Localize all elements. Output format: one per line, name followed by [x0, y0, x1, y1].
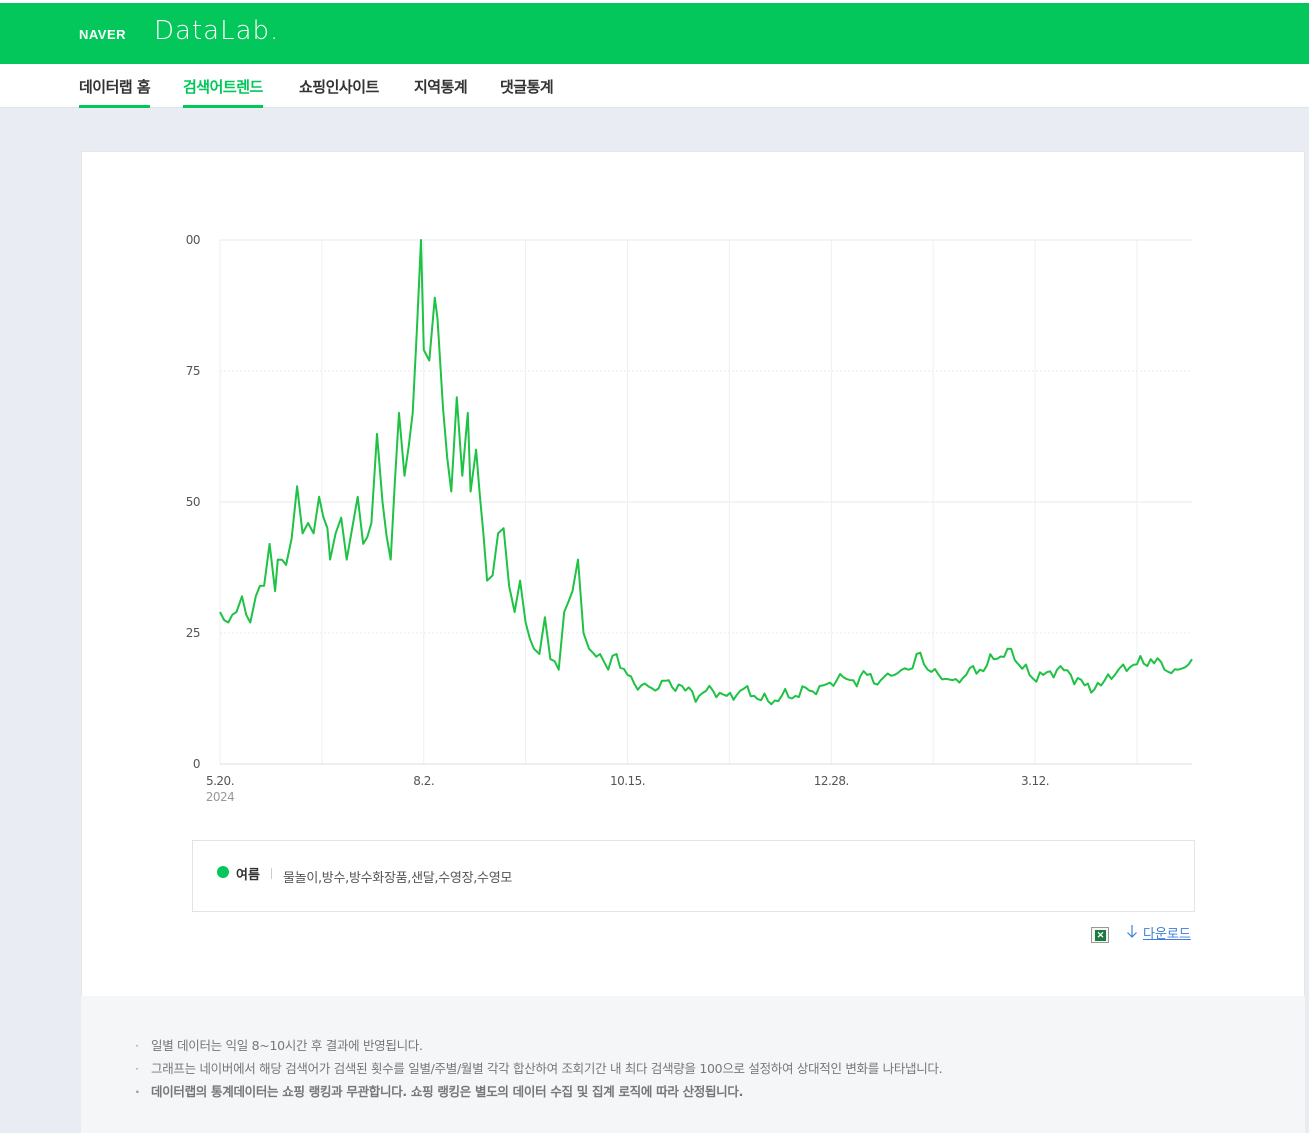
legend-dot-icon	[217, 866, 229, 878]
download-arrow-icon[interactable]	[1126, 924, 1138, 940]
notice-item: 일별 데이터는 익일 8~10시간 후 결과에 반영됩니다.	[135, 1034, 942, 1057]
legend-divider	[271, 868, 272, 879]
x-tick-label: 10.15.	[610, 774, 645, 788]
x-tick-label: 8.2.	[413, 774, 434, 788]
chart-grid	[219, 239, 1192, 765]
chart-panel: 0 25 50 75 00 5.20. 8.2. 10.15. 12.28. 3.12. 2024…	[81, 151, 1305, 996]
main-navigation: 데이터랩 홈 검색어트렌드 쇼핑인사이트 지역통계 댓글통계	[0, 64, 1309, 108]
x-tick-label: 3.12.	[1021, 774, 1049, 788]
x-tick-label: 12.28.	[814, 774, 849, 788]
trend-chart: 0 25 50 75 00 5.20. 8.2. 10.15. 12.28. 3.12. 2024	[186, 233, 1193, 804]
y-tick-label: 00	[186, 233, 200, 247]
series-line-summer[interactable]	[219, 239, 1193, 706]
notice-item: 데이터랩의 통계데이터는 쇼핑 랭킹과 무관합니다. 쇼핑 랭킹은 별도의 데이…	[135, 1080, 942, 1103]
datalab-logo[interactable]: DataLab.	[154, 16, 279, 46]
excel-icon[interactable]: ✕	[1091, 927, 1109, 943]
legend-box: 여름 물놀이,방수,방수화장품,샌달,수영장,수영모	[192, 840, 1195, 912]
header-bar: NAVER DataLab.	[0, 0, 1309, 64]
notice-list: 일별 데이터는 익일 8~10시간 후 결과에 반영됩니다. 그래프는 네이버에…	[135, 1034, 943, 1103]
y-tick-label: 25	[186, 626, 200, 640]
notice-item: 그래프는 네이버에서 해당 검색어가 검색된 횟수를 일별/주별/월별 각각 합…	[135, 1057, 943, 1080]
download-link[interactable]: 다운로드	[1143, 923, 1191, 942]
y-tick-label: 50	[186, 495, 200, 509]
tab-comment-stats[interactable]: 댓글통계	[500, 76, 554, 108]
tab-datalab-home[interactable]: 데이터랩 홈	[79, 76, 151, 108]
tab-regional-stats[interactable]: 지역통계	[414, 76, 468, 108]
naver-logo[interactable]: NAVER	[79, 27, 126, 42]
notice-section: 일별 데이터는 익일 8~10시간 후 결과에 반영됩니다. 그래프는 네이버에…	[81, 996, 1305, 1133]
x-year-label: 2024	[206, 790, 235, 804]
tab-shopping-insight[interactable]: 쇼핑인사이트	[299, 76, 379, 108]
y-tick-label: 75	[186, 364, 200, 378]
x-axis: 5.20. 8.2. 10.15. 12.28. 3.12. 2024	[206, 774, 1050, 804]
y-axis: 0 25 50 75 00	[186, 233, 201, 771]
y-tick-label: 0	[193, 757, 200, 771]
x-tick-label: 5.20.	[206, 774, 234, 788]
legend-keywords: 물놀이,방수,방수화장품,샌달,수영장,수영모	[283, 871, 513, 886]
tab-search-trend[interactable]: 검색어트렌드	[183, 76, 263, 108]
legend-series-name: 여름	[236, 868, 260, 883]
